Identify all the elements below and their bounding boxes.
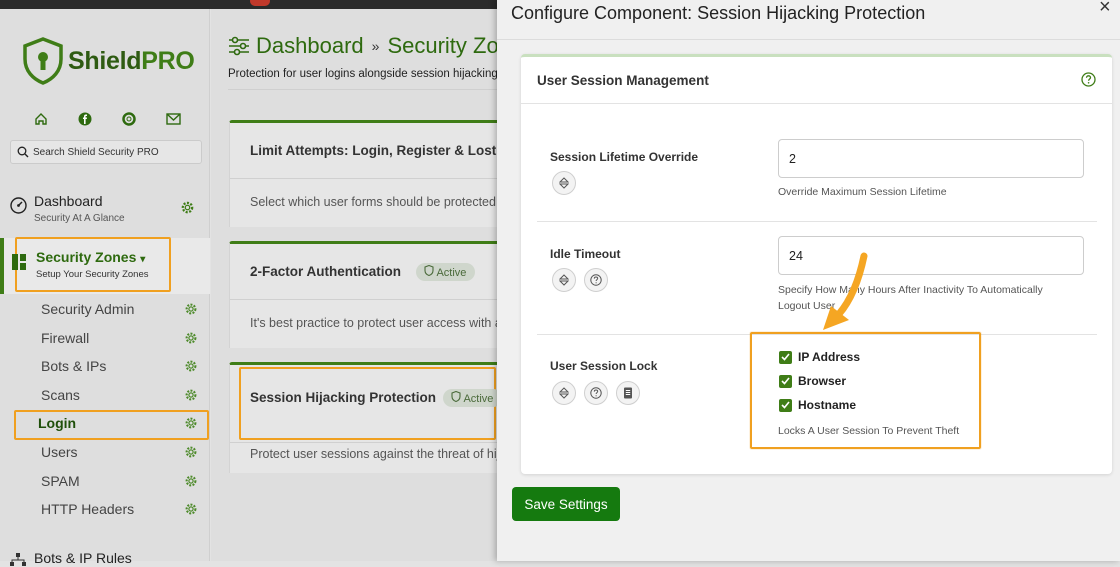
sort-icon[interactable]: [552, 268, 576, 292]
document-icon[interactable]: [616, 381, 640, 405]
setting-hint: Override Maximum Session Lifetime: [778, 186, 947, 198]
setting-row-session-lifetime: Session Lifetime Override Override Maxim…: [537, 139, 1097, 239]
mail-icon[interactable]: [162, 111, 184, 127]
shield-check-icon: [451, 390, 461, 403]
gear-icon[interactable]: [184, 445, 198, 459]
support-icon[interactable]: [118, 111, 140, 127]
card-body: Select which user forms should be protec…: [250, 195, 496, 209]
gear-icon[interactable]: [184, 388, 198, 402]
sidebar: ShieldPRO Search Shield Security PRO Das…: [0, 9, 210, 566]
gear-icon[interactable]: [184, 302, 198, 316]
sidebar-item-security-zones[interactable]: Security Zones ▾ Setup Your Security Zon…: [0, 237, 210, 294]
sidebar-item-subtitle: Setup Your Security Zones: [36, 269, 149, 280]
sidebar-item-security-admin[interactable]: Security Admin: [0, 295, 210, 324]
annotation-arrow-icon: [823, 252, 868, 330]
home-icon[interactable]: [30, 111, 52, 127]
shield-logo-icon: [23, 37, 63, 85]
main-content: Dashboard » Security Zones Protection fo…: [211, 9, 534, 561]
status-badge: Active: [416, 263, 476, 281]
card-body: Protect user sessions against the threat…: [250, 447, 500, 461]
status-badge: Active: [443, 389, 503, 407]
shieldpro-logo[interactable]: ShieldPRO: [22, 37, 195, 85]
component-card-2fa[interactable]: 2-Factor Authentication Active It's best…: [229, 241, 509, 348]
sidebar-item-label: Dashboard: [34, 193, 103, 209]
network-icon: [10, 553, 26, 566]
section-title: User Session Management: [537, 73, 709, 88]
card-title: Limit Attempts: Login, Register & Lost: [250, 143, 497, 158]
search-placeholder: Search Shield Security PRO: [33, 146, 159, 158]
search-icon: [17, 146, 29, 158]
configure-component-modal: Configure Component: Session Hijacking P…: [497, 0, 1120, 561]
sidebar-item-subtitle: Security At A Glance: [34, 213, 125, 224]
setting-label: Idle Timeout: [550, 247, 621, 261]
gear-icon[interactable]: [184, 474, 198, 488]
gear-icon[interactable]: [180, 200, 195, 215]
component-card-session-hijacking[interactable]: Session Hijacking Protection Active Prot…: [229, 362, 509, 473]
component-card-limit-attempts[interactable]: Limit Attempts: Login, Register & Lost S…: [229, 120, 509, 227]
gear-icon[interactable]: [184, 416, 198, 430]
help-icon[interactable]: [1081, 72, 1096, 87]
session-lifetime-input[interactable]: [778, 139, 1084, 178]
sidebar-item-users[interactable]: Users: [0, 438, 210, 467]
page-description: Protection for user logins alongside ses…: [228, 68, 498, 80]
browser-tab-strip: [0, 0, 497, 9]
sidebar-item-spam[interactable]: SPAM: [0, 467, 210, 496]
breadcrumb: Dashboard » Security Zones: [228, 33, 534, 59]
gear-icon[interactable]: [184, 331, 198, 345]
panel-header: User Session Management: [521, 57, 1112, 104]
sidebar-item-scans[interactable]: Scans: [0, 381, 210, 410]
card-title: 2-Factor Authentication: [250, 264, 402, 279]
sidebar-item-label: Security Zones ▾: [36, 249, 146, 265]
sort-icon[interactable]: [552, 171, 576, 195]
brand-name: ShieldPRO: [68, 46, 195, 75]
sidebar-item-http-headers[interactable]: HTTP Headers: [0, 495, 210, 524]
sort-icon[interactable]: [552, 381, 576, 405]
setting-label: Session Lifetime Override: [550, 150, 699, 164]
notification-badge: [250, 0, 270, 6]
facebook-icon[interactable]: [74, 111, 96, 127]
security-zones-list: Security Admin Firewall Bots & IPs Scans…: [0, 295, 210, 524]
breadcrumb-dashboard[interactable]: Dashboard: [256, 33, 364, 59]
sliders-icon: [229, 36, 249, 56]
question-icon[interactable]: [584, 381, 608, 405]
save-settings-button[interactable]: Save Settings: [512, 487, 620, 521]
search-input[interactable]: Search Shield Security PRO: [10, 140, 202, 164]
sidebar-item-firewall[interactable]: Firewall: [0, 324, 210, 353]
gear-icon[interactable]: [184, 502, 198, 516]
grid-icon: [12, 254, 26, 270]
quick-links: [30, 111, 184, 127]
sidebar-item-bots-ips[interactable]: Bots & IPs: [0, 352, 210, 381]
sidebar-item-login[interactable]: Login: [0, 409, 210, 441]
breadcrumb-separator: »: [371, 38, 380, 54]
card-title: Session Hijacking Protection: [250, 390, 437, 405]
shield-check-icon: [424, 264, 434, 277]
speedometer-icon: [10, 197, 27, 214]
divider: [537, 221, 1097, 222]
divider: [228, 89, 497, 90]
close-button[interactable]: ×: [1099, 0, 1111, 19]
question-icon[interactable]: [584, 268, 608, 292]
gear-icon[interactable]: [184, 359, 198, 373]
modal-title: Configure Component: Session Hijacking P…: [511, 3, 926, 23]
highlight-box: [750, 332, 981, 449]
divider: [497, 39, 1120, 40]
card-body: It's best practice to protect user acces…: [250, 316, 502, 330]
setting-label: User Session Lock: [550, 359, 658, 373]
